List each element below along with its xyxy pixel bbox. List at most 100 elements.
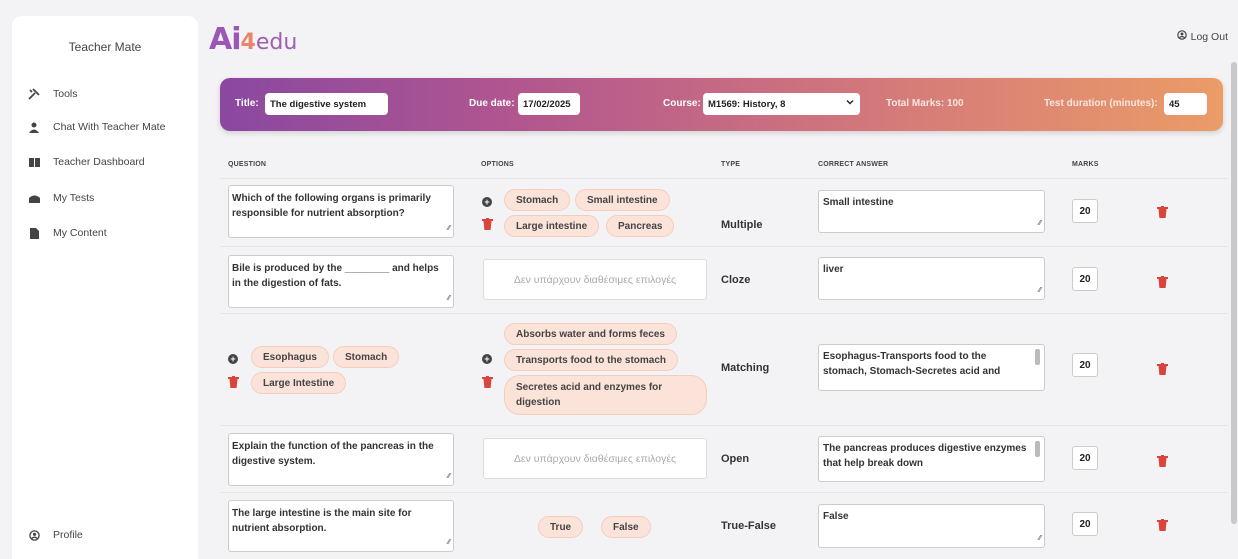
column-header-question: QUESTION xyxy=(228,161,267,168)
option-chip[interactable]: Absorbs water and forms feces xyxy=(504,323,677,345)
sidebar: Teacher Mate Tools Chat With Teacher Mat… xyxy=(12,16,198,559)
column-header-correct-answer: CORRECT ANSWER xyxy=(818,161,889,168)
resize-handle-icon[interactable]: ⁄⁄ xyxy=(1039,216,1041,231)
due-date-input[interactable]: 17/02/2025 xyxy=(518,93,580,115)
divider xyxy=(220,178,1228,179)
question-type: Cloze xyxy=(721,274,751,286)
correct-answer-input[interactable]: False ⁄⁄ xyxy=(818,504,1045,548)
title-label: Title: xyxy=(235,98,259,109)
option-chip[interactable]: Large intestine xyxy=(504,215,600,237)
delete-row-icon[interactable] xyxy=(1157,276,1168,288)
course-label: Course: xyxy=(663,98,701,109)
resize-handle-icon[interactable]: ⁄⁄ xyxy=(1039,531,1041,546)
option-chip[interactable]: True xyxy=(538,516,584,538)
scrollbar[interactable] xyxy=(1035,349,1040,365)
marks-input[interactable]: 20 xyxy=(1072,512,1098,536)
add-option-icon[interactable]: + xyxy=(482,197,492,207)
column-header-marks: MARKS xyxy=(1072,161,1099,168)
hat-icon xyxy=(28,192,40,204)
trash-icon[interactable] xyxy=(228,376,239,388)
sidebar-item-label: Teacher Dashboard xyxy=(53,156,145,168)
matching-item-chip[interactable]: Esophagus xyxy=(251,346,329,368)
question-input[interactable]: Which of the following organs is primari… xyxy=(228,185,454,238)
sidebar-item-label: My Tests xyxy=(53,192,95,204)
resize-handle-icon[interactable]: ⁄⁄ xyxy=(1039,283,1041,298)
user-circle-icon xyxy=(28,529,40,541)
duration-label: Test duration (minutes): xyxy=(1044,98,1158,109)
option-chip[interactable]: Transports food to the stomach xyxy=(504,349,679,371)
option-chip[interactable]: Pancreas xyxy=(606,215,675,237)
divider xyxy=(220,313,1228,314)
option-chip[interactable]: Small intestine xyxy=(575,189,670,211)
page-scrollbar[interactable] xyxy=(1231,62,1237,524)
no-options-placeholder: Δεν υπάρχουν διαθέσιμες επιλογές xyxy=(483,259,707,300)
divider xyxy=(220,492,1228,493)
add-option-icon[interactable]: + xyxy=(482,354,492,364)
question-input[interactable]: Bile is produced by the ________ and hel… xyxy=(228,255,454,308)
trash-icon[interactable] xyxy=(482,218,493,230)
delete-row-icon[interactable] xyxy=(1157,455,1168,467)
correct-answer-input[interactable]: The pancreas produces digestive enzymes … xyxy=(818,436,1045,482)
trash-icon[interactable] xyxy=(482,376,493,388)
due-date-label: Due date: xyxy=(469,98,515,109)
sidebar-item-label: My Content xyxy=(53,227,107,239)
delete-row-icon[interactable] xyxy=(1157,519,1168,531)
tools-icon xyxy=(28,88,40,100)
resize-handle-icon[interactable]: ⁄⁄ xyxy=(448,291,450,306)
delete-row-icon[interactable] xyxy=(1157,206,1168,218)
sidebar-item-label: Profile xyxy=(53,529,83,541)
option-chip[interactable]: Secretes acid and enzymes for digestion xyxy=(504,375,707,415)
chevron-down-icon xyxy=(846,98,854,109)
user-circle-icon xyxy=(1176,30,1187,43)
file-icon xyxy=(28,227,40,239)
question-type: True-False xyxy=(721,520,777,532)
person-icon xyxy=(28,121,40,133)
scrollbar[interactable] xyxy=(1035,441,1040,457)
column-header-type: TYPE xyxy=(721,161,741,168)
sidebar-item-my-content[interactable]: My Content xyxy=(28,227,107,239)
question-type: Open xyxy=(721,453,750,465)
app-logo: Ai4edu xyxy=(209,22,298,57)
marks-input[interactable]: 20 xyxy=(1072,199,1098,223)
option-chip[interactable]: False xyxy=(601,516,651,538)
book-icon xyxy=(28,156,40,168)
question-type: Matching xyxy=(721,362,770,374)
delete-row-icon[interactable] xyxy=(1157,363,1168,375)
correct-answer-input[interactable]: liver ⁄⁄ xyxy=(818,257,1045,300)
no-options-placeholder: Δεν υπάρχουν διαθέσιμες επιλογές xyxy=(483,438,707,479)
logout-button[interactable]: Log Out xyxy=(1176,30,1228,43)
resize-handle-icon[interactable]: ⁄⁄ xyxy=(448,469,450,484)
correct-answer-input[interactable]: Small intestine ⁄⁄ xyxy=(818,190,1045,233)
matching-item-chip[interactable]: Stomach xyxy=(333,346,400,368)
sidebar-item-tools[interactable]: Tools xyxy=(28,88,78,100)
total-marks: Total Marks: 100 xyxy=(886,98,964,109)
sidebar-item-dashboard[interactable]: Teacher Dashboard xyxy=(28,156,145,168)
question-input[interactable]: The large intestine is the main site for… xyxy=(228,500,454,552)
question-input[interactable]: Explain the function of the pancreas in … xyxy=(228,433,454,486)
marks-input[interactable]: 20 xyxy=(1072,446,1098,470)
divider xyxy=(220,425,1228,426)
column-header-options: OPTIONS xyxy=(481,161,514,168)
option-chip[interactable]: Stomach xyxy=(504,189,571,211)
marks-input[interactable]: 20 xyxy=(1072,267,1098,291)
marks-input[interactable]: 20 xyxy=(1072,353,1098,377)
test-settings-banner: Title: The digestive system Due date: 17… xyxy=(220,78,1223,131)
sidebar-item-my-tests[interactable]: My Tests xyxy=(28,192,94,204)
add-item-icon[interactable]: + xyxy=(228,354,238,364)
duration-input[interactable]: 45 xyxy=(1164,93,1207,115)
title-input[interactable]: The digestive system xyxy=(265,93,388,115)
course-select-value: M1569: History, 8 xyxy=(708,98,786,110)
sidebar-item-profile[interactable]: Profile xyxy=(28,529,83,541)
resize-handle-icon[interactable]: ⁄⁄ xyxy=(448,221,450,236)
sidebar-item-label: Tools xyxy=(53,88,78,100)
resize-handle-icon[interactable]: ⁄⁄ xyxy=(448,535,450,550)
question-type: Multiple xyxy=(721,219,763,231)
matching-item-chip[interactable]: Large Intestine xyxy=(251,372,347,394)
sidebar-item-label: Chat With Teacher Mate xyxy=(53,121,166,133)
sidebar-title: Teacher Mate xyxy=(68,40,142,54)
course-select[interactable]: M1569: History, 8 xyxy=(703,93,860,115)
sidebar-item-chat[interactable]: Chat With Teacher Mate xyxy=(28,121,165,133)
app-root: Teacher Mate Tools Chat With Teacher Mat… xyxy=(0,0,1238,559)
logout-label: Log Out xyxy=(1190,30,1228,43)
correct-answer-input[interactable]: Esophagus-Transports food to the stomach… xyxy=(818,344,1045,391)
